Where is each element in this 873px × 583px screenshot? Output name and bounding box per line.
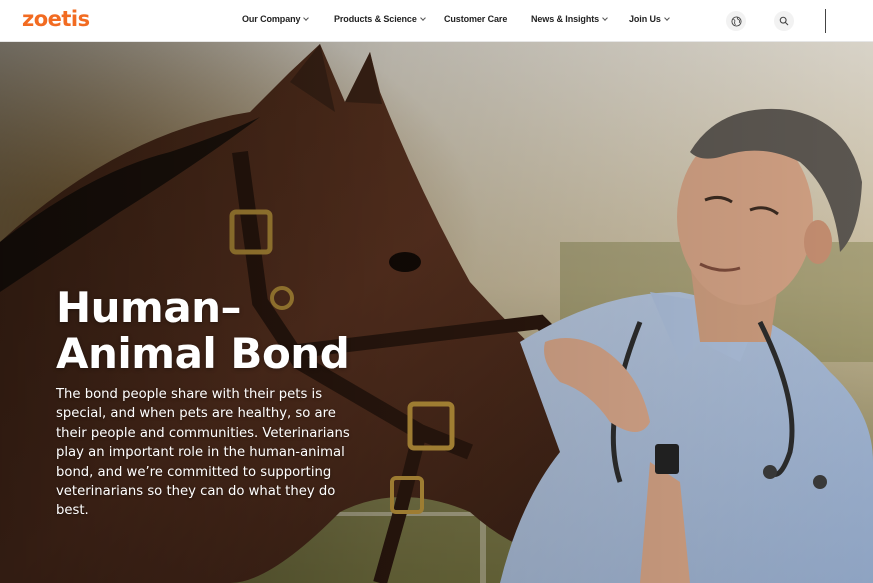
chevron-down-icon — [663, 14, 670, 21]
hero-title: Human–Animal Bond — [56, 283, 350, 378]
nav-news-insights[interactable]: News & Insights — [531, 14, 608, 24]
nav-our-company-label: Our Company — [242, 14, 301, 24]
header-divider — [825, 9, 826, 33]
nav-news-insights-label: News & Insights — [531, 14, 600, 24]
nav-join-us-label: Join Us — [629, 14, 661, 24]
nav-customer-care[interactable]: Customer Care — [444, 14, 507, 24]
nav-join-us[interactable]: Join Us — [629, 14, 670, 24]
chevron-down-icon — [303, 14, 310, 21]
hero-body-text: The bond people share with their pets is… — [56, 387, 350, 519]
search-button[interactable] — [774, 11, 794, 31]
chevron-down-icon — [419, 14, 426, 21]
nav-our-company[interactable]: Our Company — [242, 14, 310, 24]
nav-products-science-label: Products & Science — [334, 14, 417, 24]
zoetis-logo[interactable]: zoetis — [22, 6, 90, 32]
language-button[interactable] — [726, 11, 746, 31]
hero-section: Human–Animal Bond The bond people share … — [0, 42, 873, 583]
site-header: zoetis Our Company Products & Science Cu… — [0, 0, 873, 42]
search-icon — [779, 16, 789, 26]
nav-customer-care-label: Customer Care — [444, 14, 508, 24]
nav-products-science[interactable]: Products & Science — [334, 14, 426, 24]
globe-icon — [730, 15, 742, 27]
chevron-down-icon — [602, 14, 608, 21]
